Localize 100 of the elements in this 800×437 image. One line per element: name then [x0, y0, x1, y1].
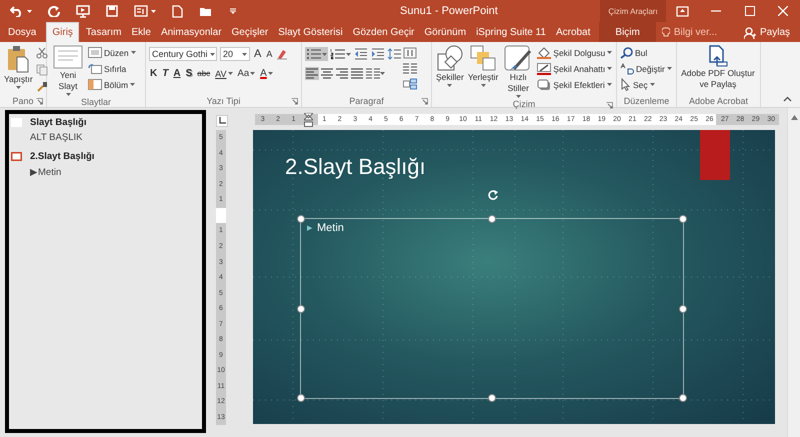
ribbon-button[interactable]: Şekil Anahattı [537, 62, 612, 75]
format-button[interactable]: T [161, 67, 170, 80]
resize-handle[interactable] [488, 394, 496, 402]
align-right-button[interactable] [335, 67, 349, 80]
ribbon-tab[interactable]: Görünüm [419, 23, 472, 42]
slide-text[interactable]: Metin [317, 222, 344, 234]
resize-handle[interactable] [679, 304, 687, 312]
redo-icon[interactable] [48, 5, 60, 17]
layout-button[interactable] [134, 5, 156, 17]
context-label: Çizim Araçları [600, 0, 666, 22]
format-button[interactable]: A [172, 67, 182, 80]
caret-icon [242, 52, 247, 56]
ribbon-display-icon[interactable] [676, 6, 690, 16]
text-align-icon[interactable] [403, 63, 417, 74]
scroll-up-icon[interactable] [790, 115, 798, 120]
ribbon-tab[interactable]: Animasyonlar [156, 23, 227, 42]
format-button[interactable]: K [149, 67, 158, 80]
ribbon-tab[interactable]: iSpring Suite 11 [471, 23, 551, 42]
launcher-icon[interactable] [36, 98, 43, 105]
new-slide-button[interactable]: Yeni Slayt [50, 44, 86, 97]
resize-handle[interactable] [679, 215, 687, 223]
resize-handle[interactable] [297, 304, 305, 312]
resize-handle[interactable] [297, 394, 305, 402]
tab-stop-selector[interactable] [216, 115, 228, 127]
ribbon-tab[interactable]: Geçişler [226, 23, 274, 42]
ribbon-tab[interactable]: Biçim [599, 22, 656, 42]
ribbon-button[interactable]: Şekil Dolgusu [537, 46, 612, 59]
ribbon-tab[interactable]: Giriş [46, 22, 79, 42]
format-button[interactable]: S [184, 67, 194, 80]
resize-handle[interactable] [679, 394, 687, 402]
close-icon[interactable] [778, 6, 788, 16]
paste-button[interactable]: Yapıştır [3, 44, 34, 90]
outline-text[interactable]: ALT BAŞLIK [11, 132, 202, 143]
scrollbar[interactable] [787, 108, 800, 437]
indent-button[interactable] [370, 47, 386, 61]
save-icon[interactable] [106, 5, 118, 17]
rotate-handle[interactable] [487, 189, 499, 201]
ribbon-tab[interactable]: Slayt Gösterisi [273, 23, 348, 42]
smartart-icon[interactable] [403, 78, 417, 90]
outline-title[interactable]: Slayt Başlığı [30, 117, 86, 128]
font-size-field[interactable]: 20 [220, 47, 250, 61]
shrink-font-button[interactable]: A [265, 48, 274, 60]
resize-handle[interactable] [297, 215, 305, 223]
collapse-ribbon-icon[interactable] [783, 96, 792, 102]
tell-me-field[interactable]: Bilgi ver... [674, 27, 726, 38]
launcher-icon[interactable] [606, 102, 613, 109]
indent-icon [371, 48, 385, 60]
ribbon-tab[interactable]: Acrobat [550, 23, 596, 42]
outline-title[interactable]: 2.Slayt Başlığı [30, 151, 94, 162]
format-button[interactable]: A [259, 67, 274, 80]
quick-styles-button[interactable]: Hızlı Stiller [501, 44, 536, 99]
justify-button[interactable] [350, 67, 364, 80]
brush-icon[interactable] [36, 81, 48, 93]
share-button[interactable]: Paylaş [740, 23, 800, 42]
slide-title[interactable]: 2.Slayt Başlığı [285, 154, 426, 180]
grow-font-button[interactable]: A [253, 47, 262, 61]
format-button[interactable]: AV [214, 68, 234, 80]
ribbon-button[interactable]: Düzen [88, 46, 136, 59]
eraser-icon[interactable] [276, 48, 288, 60]
shapes-button[interactable]: Şekiller [435, 44, 465, 88]
caret-icon [516, 95, 521, 98]
launcher-icon[interactable] [291, 98, 298, 105]
align-left-button[interactable] [305, 67, 319, 80]
pen-icon [537, 62, 552, 74]
adobe-pdf-button[interactable]: Adobe PDF Oluştur ve Paylaş [680, 44, 756, 91]
indent-marker-icon[interactable] [304, 112, 314, 126]
layout-icon [88, 47, 102, 58]
format-button[interactable]: Aa [236, 67, 256, 80]
columns-button[interactable] [365, 67, 386, 80]
ribbon-button[interactable]: Sıfırla [88, 62, 136, 75]
slide-icon[interactable] [11, 152, 22, 161]
format-button[interactable]: abc [196, 68, 212, 79]
ribbon-button[interactable]: Şekil Efektleri [537, 78, 612, 91]
outline-text[interactable]: ▶Metin [11, 166, 202, 178]
presentation-icon[interactable] [76, 4, 90, 18]
launcher-icon[interactable] [421, 98, 428, 105]
ribbon-button[interactable]: Bölüm [88, 78, 136, 91]
bullets-button[interactable] [305, 47, 328, 61]
outdent-button[interactable] [353, 47, 369, 61]
ribbon-tab[interactable]: Tasarım [80, 23, 126, 42]
customize-icon[interactable] [229, 8, 237, 14]
maximize-icon[interactable] [744, 6, 755, 16]
new-file-icon[interactable] [172, 4, 183, 18]
line-spacing-icon[interactable] [387, 48, 401, 60]
scissors-icon[interactable] [36, 47, 48, 59]
ribbon-tab[interactable]: Dosya [0, 23, 44, 42]
ribbon-button[interactable]: Değiştir [620, 62, 672, 75]
text-direction-icon[interactable] [403, 47, 417, 59]
numbering-button[interactable] [329, 47, 352, 61]
ribbon-tab[interactable]: Gözden Geçir [348, 23, 420, 42]
resize-handle[interactable] [488, 215, 496, 223]
align-center-button[interactable] [320, 67, 334, 80]
undo-button[interactable] [10, 5, 32, 17]
ribbon-button[interactable]: Bul [620, 46, 672, 59]
ribbon-tab[interactable]: Ekle [126, 23, 156, 42]
font-name-field[interactable]: Century Gothi [149, 47, 217, 61]
lightbulb-icon [662, 27, 670, 38]
ribbon-button[interactable]: Seç [620, 78, 672, 91]
arrange-button[interactable]: Yerleştir [466, 44, 500, 88]
folder-icon[interactable] [199, 6, 213, 16]
